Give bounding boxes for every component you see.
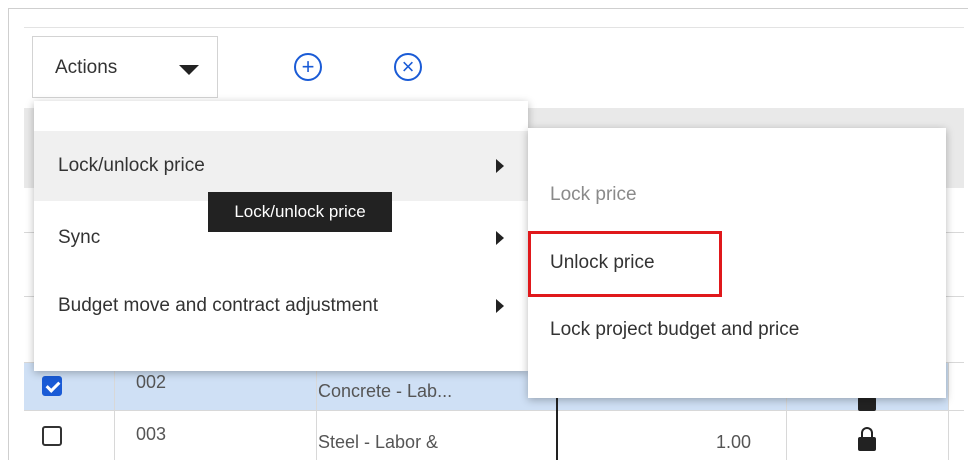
divider — [24, 27, 964, 28]
tooltip-text: Lock/unlock price — [234, 202, 366, 221]
lock-icon — [858, 387, 876, 411]
chevron-right-icon — [496, 159, 504, 173]
menu-item-label: Budget move and contract adjustment — [58, 295, 379, 316]
row-id: 003 — [136, 424, 167, 444]
row-id: 002 — [136, 372, 167, 392]
menu-item-label: Sync — [58, 227, 101, 248]
row-description: Concrete - Lab... — [318, 381, 453, 401]
menu-item-lock-unlock-price[interactable]: Lock/unlock price — [34, 131, 528, 201]
row-description: Steel - Labor & — [318, 432, 439, 452]
column-divider — [114, 363, 115, 460]
caret-down-icon — [179, 65, 199, 75]
column-divider — [948, 363, 949, 460]
column-divider — [316, 363, 317, 460]
add-circle-icon[interactable]: + — [294, 53, 322, 81]
submenu-item-lock-price[interactable]: Lock price — [550, 184, 637, 206]
row-checkbox[interactable] — [42, 376, 62, 396]
menu-item-label: Lock/unlock price — [58, 155, 205, 176]
menu-item-budget-move[interactable]: Budget move and contract adjustment — [34, 271, 528, 341]
remove-circle-icon[interactable]: × — [394, 53, 422, 81]
row-value: 1.00 — [716, 432, 752, 452]
chevron-right-icon — [496, 299, 504, 313]
tooltip: Lock/unlock price — [208, 192, 392, 232]
actions-menu: Lock/unlock price Sync Budget move and c… — [34, 101, 528, 371]
actions-dropdown[interactable]: Actions — [32, 36, 218, 98]
row-checkbox[interactable] — [42, 426, 62, 446]
actions-label: Actions — [55, 57, 118, 78]
grid-row-divider — [24, 410, 964, 411]
chevron-right-icon — [496, 231, 504, 245]
highlight-annotation — [528, 231, 722, 297]
x-icon: × — [401, 54, 415, 79]
lock-icon — [858, 427, 876, 451]
plus-icon: + — [301, 54, 315, 79]
submenu-item-lock-project-budget[interactable]: Lock project budget and price — [550, 319, 799, 341]
